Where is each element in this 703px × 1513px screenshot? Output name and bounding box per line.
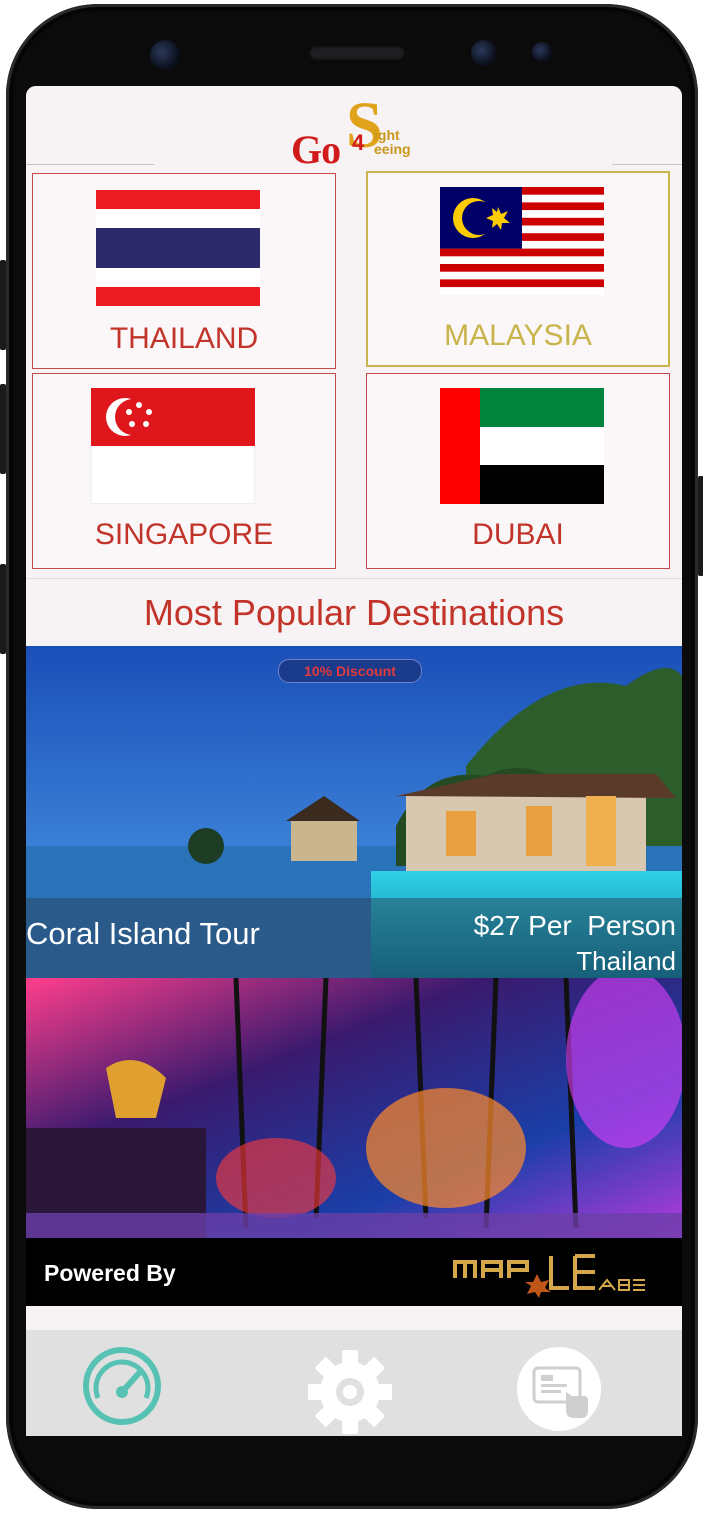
logo-four: 4 — [352, 130, 365, 155]
country-name: THAILAND — [109, 322, 259, 355]
app-header: S Go 4 ight eeing — [26, 86, 682, 172]
spacer — [26, 1306, 682, 1330]
maple-labs-logo[interactable] — [451, 1250, 651, 1300]
country-tile-thailand[interactable]: THAILAND — [32, 173, 336, 369]
destination-card[interactable] — [26, 978, 682, 1238]
country-tile-dubai[interactable]: DUBAI — [366, 373, 670, 569]
country-name: SINGAPORE — [94, 518, 274, 551]
country-name: MALAYSIA — [444, 319, 592, 352]
destination-card[interactable]: 10% Discount Coral Island Tour $27 Per P… — [26, 646, 682, 978]
go4sightseeing-logo[interactable]: S Go 4 ight eeing — [286, 89, 436, 172]
app-screen: S Go 4 ight eeing THAILAND MALAYSIA SING… — [26, 86, 682, 1436]
booking-touch-icon[interactable] — [516, 1346, 602, 1436]
malaysia-flag-icon — [440, 187, 604, 295]
front-camera-icon — [150, 40, 180, 70]
bottom-nav-bar — [26, 1330, 682, 1436]
fantasea-show-photo — [26, 978, 682, 1238]
logo-sight: ight — [374, 127, 400, 143]
card-price: $27 Per Person — [473, 910, 676, 941]
logo-seeing: eeing — [374, 141, 411, 157]
powered-by-label: Powered By — [44, 1260, 176, 1286]
country-tile-malaysia[interactable]: MALAYSIA — [366, 171, 670, 367]
singapore-flag-icon — [91, 388, 255, 504]
uae-flag-icon — [440, 388, 604, 504]
logo-go: Go — [291, 127, 341, 172]
country-name: DUBAI — [472, 518, 564, 551]
country-tile-singapore[interactable]: SINGAPORE — [32, 373, 336, 569]
sensor-icon — [532, 42, 552, 62]
thailand-flag-icon — [96, 190, 260, 306]
earpiece — [309, 46, 405, 60]
discount-badge: 10% Discount — [278, 659, 422, 683]
gear-icon[interactable] — [306, 1348, 394, 1436]
card-title: Coral Island Tour — [26, 916, 260, 951]
section-title: Most Popular Destinations — [143, 592, 565, 633]
dashboard-gauge-icon[interactable] — [82, 1346, 162, 1431]
sensor-icon — [471, 40, 497, 66]
card-country: Thailand — [576, 946, 676, 976]
powered-by-banner: Powered By — [26, 1238, 682, 1306]
